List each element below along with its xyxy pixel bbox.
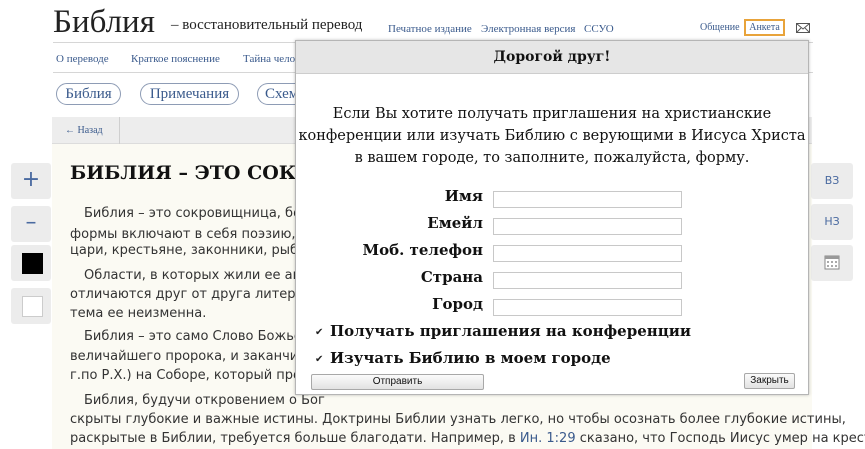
calendar-icon [824,255,840,270]
black-swatch[interactable] [22,253,43,274]
city-label: Город [432,295,483,313]
article-line: Области, в которых жили ее автор [84,268,325,283]
old-testament-button[interactable]: ВЗ [811,163,853,199]
article-line-text: раскрытые в Библии, требуется больше бла… [70,431,520,446]
intro-line: конференции или изучать Библию с верующи… [298,128,806,144]
bible-study-checkbox-label[interactable]: Изучать Библию в моем городе [330,349,611,367]
article-line: тема ее неизменна. [70,306,207,321]
link-print-edition[interactable]: Печатное издание [388,23,472,35]
new-testament-button[interactable]: НЗ [811,204,853,240]
zoom-in-button[interactable]: + [11,163,51,199]
article-line: Библия – это сокровищница, богат [84,206,324,221]
nav-item-summary[interactable]: Краткое пояснение [131,53,220,65]
tab-notes[interactable]: Примечания [140,83,239,105]
minus-icon: – [25,210,37,235]
nav-item-about[interactable]: О переводе [56,53,109,65]
article-line: величайшего пророка, и заканчивая [70,349,322,364]
conference-checkbox[interactable]: ✔ [315,328,324,338]
bible-study-checkbox[interactable]: ✔ [315,355,324,365]
tab-bible[interactable]: Библия [56,83,121,105]
email-field[interactable] [493,218,682,235]
article-line: цари, крестьяне, законники, рыбаки, [70,243,327,258]
ot-label: ВЗ [824,174,840,187]
article-line: Библия, будучи откровением о Бог [84,393,325,408]
article-line-end: сказано, что Господь Иисус умер на крест… [575,431,865,446]
anketa-button[interactable]: Анкета [744,19,785,36]
article-line-with-ref: раскрытые в Библии, требуется больше бла… [70,431,865,446]
intro-line: Если Вы хотите получать приглашения на х… [332,106,772,122]
invitation-modal: Дорогой друг! Если Вы хотите получать пр… [295,40,809,395]
mail-icon[interactable] [796,23,810,33]
back-button[interactable]: ← Назад [52,117,120,144]
phone-label: Моб. телефон [362,241,483,259]
white-swatch[interactable] [22,296,43,317]
email-label: Емейл [427,214,483,232]
scripture-ref-link[interactable]: Ин. 1:29 [520,431,576,446]
name-field[interactable] [493,191,682,208]
country-label: Страна [420,268,483,286]
name-label: Имя [444,187,483,205]
article-line: формы включают в себя поэзию, про [70,227,325,242]
country-field[interactable] [493,272,682,289]
nt-label: НЗ [824,215,840,228]
close-button[interactable]: Закрыть [744,373,795,389]
article-line: отличаются друг от друга литератур [70,287,328,302]
site-subtitle: – восстановительный перевод [171,17,363,33]
calendar-button[interactable] [811,245,853,281]
city-field[interactable] [493,299,682,316]
conference-checkbox-label[interactable]: Получать приглашения на конференции [330,322,691,340]
modal-intro: Если Вы хотите получать приглашения на х… [296,103,808,169]
site-title[interactable]: Библия [53,4,155,41]
link-fellowship[interactable]: Общение [700,22,740,33]
link-ssuo[interactable]: ССУО [584,23,614,35]
article-line: Библия – это само Слово Божье, вь [84,329,326,344]
phone-field[interactable] [493,245,682,262]
zoom-out-button[interactable]: – [11,206,51,242]
intro-line: в вашем городе, то заполните, пожалуйста… [354,150,750,166]
article-heading: БИБЛИЯ – ЭТО СОКР [70,162,311,184]
plus-icon: + [21,167,41,192]
article-line: скрыты глубокие и важные истины. Доктрин… [70,412,846,427]
article-line: г.по Р.Х.) на Соборе, который прошел [70,368,330,383]
submit-button[interactable]: Отправить [311,374,484,390]
link-electronic-version[interactable]: Электронная версия [481,23,575,35]
nav-item-mystery[interactable]: Тайна чело [243,53,295,65]
modal-title: Дорогой друг! [296,41,808,74]
